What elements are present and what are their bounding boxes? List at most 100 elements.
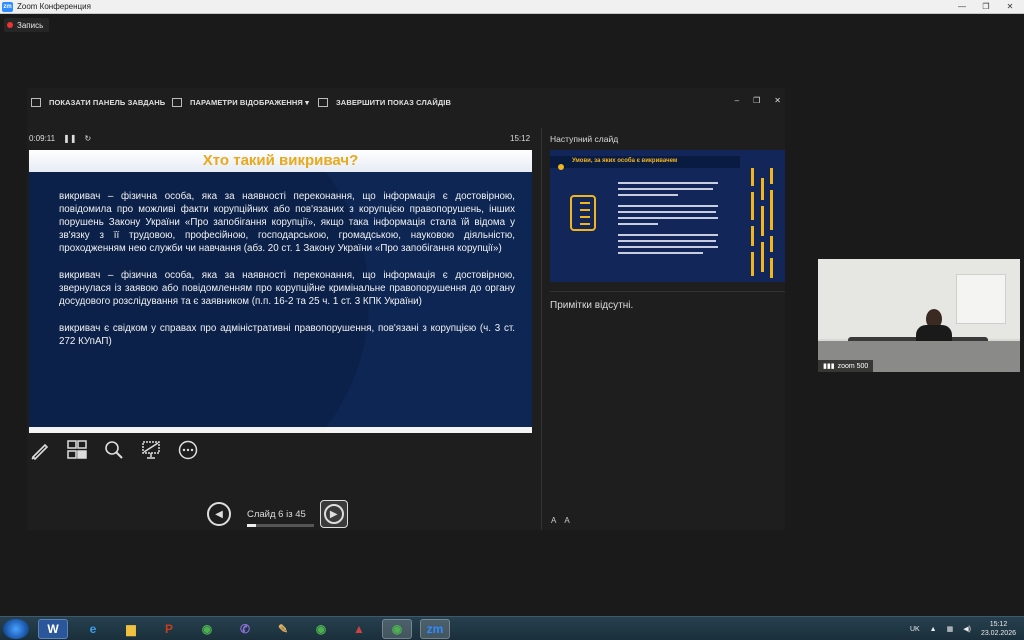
windows-taskbar: W e ▆ P ◉ ✆ ✎ ◉ ▲ ◉ zm UK ▲ ▦ ◀) 15:12 2… [0,616,1024,640]
close-icon[interactable]: ✕ [1000,1,1020,12]
window-titlebar: zm Zoom Конференция — ❐ ✕ [0,0,1024,14]
decorative-bars [751,168,773,278]
video-whiteboard [956,274,1006,324]
participant-name: zoom 500 [837,362,869,370]
word-app-icon[interactable]: W [38,619,68,639]
see-all-slides-icon[interactable] [67,440,87,460]
slide-body: викривач – фізична особа, яка за наявнос… [59,190,515,362]
slide-paragraph: викривач – фізична особа, яка за наявнос… [59,191,515,254]
show-taskbar-label: ПОКАЗАТИ ПАНЕЛЬ ЗАВДАНЬ [49,98,166,107]
minimize-icon[interactable]: — [952,1,972,12]
black-screen-icon[interactable] [141,440,161,460]
restore-icon[interactable]: ❐ [753,96,760,105]
paint-icon[interactable]: ✎ [268,619,298,639]
next-slide-title: Умови, за яких особа є викривачем [572,158,678,164]
show-taskbar-button[interactable]: ПОКАЗАТИ ПАНЕЛЬ ЗАВДАНЬ [31,98,165,107]
next-slide-button[interactable]: ▶ [319,500,348,528]
slide-progress-fill [247,523,256,527]
next-slide-text-line [618,252,703,254]
powerpoint-app-icon[interactable]: P [154,619,184,639]
minimize-icon[interactable]: – [735,96,739,105]
next-slide-text-line [618,246,718,248]
slide-title: Хто такий викривач? [202,152,359,169]
chart-app-icon[interactable]: ▲ [344,619,374,639]
current-slide[interactable]: Хто такий викривач? викривач – фізична о… [29,150,532,433]
zoom-app-icon[interactable]: zm [420,619,450,639]
maximize-icon[interactable]: ❐ [976,1,996,12]
pen-icon[interactable] [30,440,50,461]
start-button[interactable] [3,619,29,639]
next-slide-thumbnail[interactable]: Умови, за яких особа є викривачем [550,150,785,282]
next-slide-title-band: Умови, за яких особа є викривачем [550,156,740,170]
end-slideshow-icon [318,98,328,107]
slide-paragraph: викривач – фізична особа, яка за наявнос… [59,270,515,307]
elapsed-time: 0:09:11 [29,134,56,143]
speaker-notes: Примітки відсутні. [550,300,634,311]
slide-progress-bar [247,523,314,527]
next-slide-text-line [618,211,716,213]
decrease-font-button[interactable]: A [564,516,569,525]
slide-paragraph: викривач є свідком у справах про адмініс… [59,323,515,347]
next-slide-text-line [618,223,658,225]
restart-timer-icon[interactable]: ↻ [85,134,92,143]
language-indicator[interactable]: UK [910,626,920,633]
slide-counter-label: Слайд 6 із 45 [247,508,306,520]
volume-icon[interactable]: ◀) [963,625,971,633]
notes-font-controls: A A [551,516,570,525]
zoom-logo-icon: zm [2,1,13,12]
system-tray: UK ▲ ▦ ◀) 15:12 23.02.2026 [910,620,1016,638]
zoom-magnifier-icon[interactable] [104,440,124,460]
internet-explorer-icon[interactable]: e [78,619,108,639]
increase-font-button[interactable]: A [551,516,556,525]
document-list-icon [570,195,596,231]
next-arrow-icon: ▶ [323,504,344,524]
panel-divider[interactable] [541,128,542,530]
display-settings-icon [172,98,182,107]
bullet-dot-icon [558,164,564,170]
next-slide-text-line [618,188,713,190]
presenter-view: ПОКАЗАТИ ПАНЕЛЬ ЗАВДАНЬ ПАРАМЕТРИ ВІДОБР… [27,88,785,530]
taskbar-time: 15:12 [989,621,1008,628]
taskbar-date: 23.02.2026 [980,630,1016,637]
window-title: Zoom Конференция [17,2,91,11]
participant-video[interactable]: ▮▮▮ zoom 500 [818,259,1020,372]
slideshow-timer: 0:09:11 ❚❚ ↻ [29,134,91,143]
file-explorer-icon[interactable]: ▆ [116,619,146,639]
next-slide-text-line [618,217,718,219]
participant-name-label: ▮▮▮ zoom 500 [818,360,874,372]
end-slideshow-label: ЗАВЕРШИТИ ПОКАЗ СЛАЙДІВ [336,98,451,107]
previous-slide-button[interactable]: ◀ [207,502,231,526]
slide-counter[interactable]: Слайд 6 із 45 [247,508,314,527]
more-options-icon[interactable] [178,440,198,460]
current-time: 15:12 [510,134,531,143]
recording-label: Запись [17,20,44,30]
chrome-active-icon[interactable]: ◉ [382,619,412,639]
recording-badge[interactable]: Запись [4,18,50,32]
pause-icon[interactable]: ❚❚ [63,134,76,143]
close-icon[interactable]: ✕ [774,96,781,105]
display-settings-button[interactable]: ПАРАМЕТРИ ВІДОБРАЖЕННЯ ▾ [172,98,309,107]
next-slide-text-line [618,234,718,236]
network-icon[interactable]: ▦ [947,625,954,633]
next-slide-text-line [618,205,718,207]
taskbar-icon [31,98,41,107]
viber-icon[interactable]: ✆ [230,619,260,639]
notes-divider[interactable] [550,291,785,292]
presenter-tools [30,440,198,461]
next-slide-label: Наступний слайд [550,134,619,144]
presenter-window-controls: – ❐ ✕ [735,96,781,105]
signal-bars-icon: ▮▮▮ [823,363,835,370]
record-dot-icon [7,22,13,28]
end-slideshow-button[interactable]: ЗАВЕРШИТИ ПОКАЗ СЛАЙДІВ [318,98,451,107]
presenter-toolbar: ПОКАЗАТИ ПАНЕЛЬ ЗАВДАНЬ ПАРАМЕТРИ ВІДОБР… [27,92,785,116]
display-settings-label: ПАРАМЕТРИ ВІДОБРАЖЕННЯ ▾ [190,98,309,107]
next-slide-text-line [618,194,678,196]
next-slide-text-line [618,182,718,184]
slide-navigation: ◀ Слайд 6 із 45 ▶ [207,500,348,528]
slide-bottom-stripe [29,427,532,433]
tray-arrow-icon[interactable]: ▲ [930,626,937,633]
taskbar-clock[interactable]: 15:12 23.02.2026 [981,620,1016,638]
chrome-icon[interactable]: ◉ [192,619,222,639]
chrome-profile-icon[interactable]: ◉ [306,619,336,639]
window-controls: — ❐ ✕ [952,1,1020,12]
